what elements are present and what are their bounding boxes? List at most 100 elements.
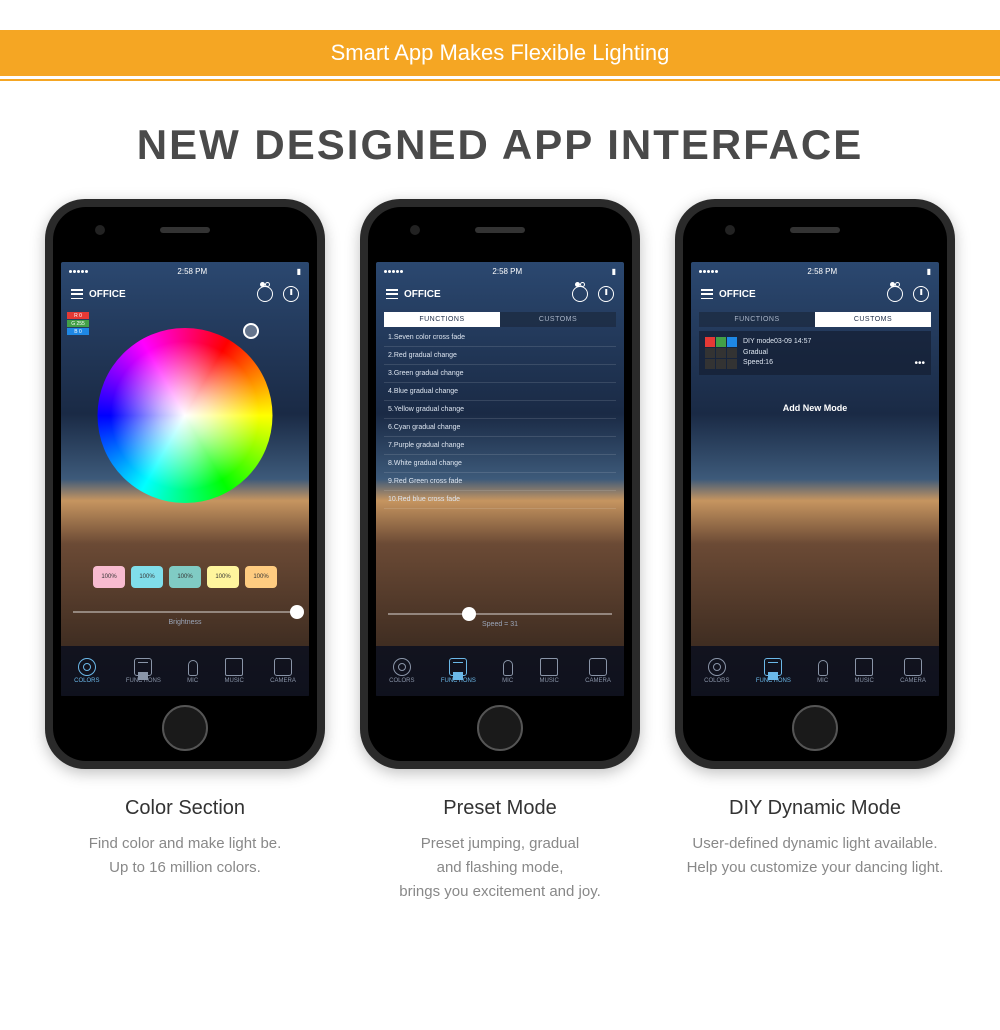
status-time: 2:58 PM <box>807 267 837 276</box>
add-new-mode-button[interactable]: Add New Mode <box>691 403 939 413</box>
nav-functions[interactable]: FUNCTIONS <box>126 658 161 684</box>
nav-functions[interactable]: FUNCTIONS <box>441 658 476 684</box>
color-wheel[interactable] <box>98 328 273 503</box>
nav-mic[interactable]: MIC <box>502 658 513 684</box>
captions-row: Color Section Find color and make light … <box>0 769 1000 904</box>
chip[interactable]: 100% <box>169 566 201 588</box>
menu-icon[interactable] <box>701 289 713 299</box>
main-title: NEW DESIGNED APP INTERFACE <box>0 121 1000 169</box>
speed-label: Speed = 31 <box>388 621 612 628</box>
g-value: G 255 <box>67 320 89 327</box>
preset-item[interactable]: 8.White gradual change <box>384 455 616 473</box>
nav-music[interactable]: MUSIC <box>224 658 243 684</box>
preset-item[interactable]: 3.Green gradual change <box>384 365 616 383</box>
nav-colors[interactable]: COLORS <box>704 658 729 684</box>
chip[interactable]: 100% <box>131 566 163 588</box>
alarm-icon[interactable] <box>257 286 273 302</box>
nav-music[interactable]: MUSIC <box>539 658 558 684</box>
preset-item[interactable]: 5.Yellow gradual change <box>384 401 616 419</box>
room-title: OFFICE <box>404 289 441 300</box>
caption-desc: Find color and make light be.Up to 16 mi… <box>45 832 325 880</box>
tab-functions[interactable]: FUNCTIONS <box>699 312 815 327</box>
phone-color-section: 2:58 PM ▮ OFFICE R 0 G 2 <box>45 199 325 769</box>
preset-item[interactable]: 4.Blue gradual change <box>384 383 616 401</box>
banner: Smart App Makes Flexible Lighting <box>0 30 1000 76</box>
menu-icon[interactable] <box>71 289 83 299</box>
camera-icon <box>274 658 292 676</box>
nav-functions[interactable]: FUNCTIONS <box>756 658 791 684</box>
tab-functions[interactable]: FUNCTIONS <box>384 312 500 327</box>
app-bar: OFFICE <box>376 280 624 308</box>
nav-mic[interactable]: MIC <box>817 658 828 684</box>
preset-item[interactable]: 7.Purple gradual change <box>384 437 616 455</box>
preset-item[interactable]: 2.Red gradual change <box>384 347 616 365</box>
phones-row: 2:58 PM ▮ OFFICE R 0 G 2 <box>0 199 1000 769</box>
room-title: OFFICE <box>89 289 126 300</box>
music-icon <box>225 658 243 676</box>
status-bar: 2:58 PM ▮ <box>61 262 309 280</box>
diy-info: DIY mode03-09 14:57 Gradual Speed:16 <box>743 337 908 369</box>
preset-item[interactable]: 6.Cyan gradual change <box>384 419 616 437</box>
caption-color-section: Color Section Find color and make light … <box>45 797 325 904</box>
brightness-slider[interactable]: Brightness <box>73 611 297 626</box>
screen-customs: 2:58 PM ▮ OFFICE FUNCTIONS <box>691 262 939 696</box>
nav-camera[interactable]: CAMERA <box>900 658 926 684</box>
colors-icon <box>708 658 726 676</box>
nav-camera[interactable]: CAMERA <box>585 658 611 684</box>
rgb-readout: R 0 G 255 B 0 <box>67 312 89 335</box>
alarm-icon[interactable] <box>887 286 903 302</box>
room-title: OFFICE <box>719 289 756 300</box>
functions-icon <box>764 658 782 676</box>
chip[interactable]: 100% <box>93 566 125 588</box>
tab-customs[interactable]: CUSTOMS <box>815 312 931 327</box>
alarm-icon[interactable] <box>572 286 588 302</box>
app-bar: OFFICE <box>61 280 309 308</box>
slider-thumb[interactable] <box>462 607 476 621</box>
preset-item[interactable]: 10.Red blue cross fade <box>384 491 616 509</box>
mic-icon <box>818 660 828 676</box>
preset-item[interactable]: 1.Seven color cross fade <box>384 329 616 347</box>
music-icon <box>855 658 873 676</box>
status-bar: 2:58 PM ▮ <box>376 262 624 280</box>
phone-speaker <box>790 227 840 233</box>
phone-camera <box>410 225 420 235</box>
segment-control: FUNCTIONS CUSTOMS <box>384 312 616 327</box>
slider-thumb[interactable] <box>290 605 304 619</box>
preset-item[interactable]: 9.Red Green cross fade <box>384 473 616 491</box>
nav-music[interactable]: MUSIC <box>854 658 873 684</box>
nav-colors[interactable]: COLORS <box>74 658 99 684</box>
home-button[interactable] <box>792 705 838 751</box>
bottom-nav: COLORS FUNCTIONS MIC MUSIC CAMERA <box>376 646 624 696</box>
camera-icon <box>589 658 607 676</box>
mic-icon <box>503 660 513 676</box>
preset-color-chips: 100% 100% 100% 100% 100% <box>61 566 309 588</box>
power-icon[interactable] <box>283 286 299 302</box>
nav-colors[interactable]: COLORS <box>389 658 414 684</box>
power-icon[interactable] <box>598 286 614 302</box>
phone-camera <box>725 225 735 235</box>
screen-colors: 2:58 PM ▮ OFFICE R 0 G 2 <box>61 262 309 696</box>
home-button[interactable] <box>162 705 208 751</box>
caption-diy-mode: DIY Dynamic Mode User-defined dynamic li… <box>675 797 955 904</box>
more-icon[interactable]: ••• <box>914 358 925 369</box>
color-wheel-handle[interactable] <box>243 323 259 339</box>
phone-diy-mode: 2:58 PM ▮ OFFICE FUNCTIONS <box>675 199 955 769</box>
diy-swatches <box>705 337 737 369</box>
banner-underline <box>0 79 1000 81</box>
bottom-nav: COLORS FUNCTIONS MIC MUSIC CAMERA <box>691 646 939 696</box>
tab-customs[interactable]: CUSTOMS <box>500 312 616 327</box>
speed-slider[interactable]: Speed = 31 <box>388 613 612 628</box>
chip[interactable]: 100% <box>207 566 239 588</box>
nav-camera[interactable]: CAMERA <box>270 658 296 684</box>
home-button[interactable] <box>477 705 523 751</box>
bottom-nav: COLORS FUNCTIONS MIC MUSIC CAMERA <box>61 646 309 696</box>
status-time: 2:58 PM <box>492 267 522 276</box>
chip[interactable]: 100% <box>245 566 277 588</box>
caption-title: Preset Mode <box>360 797 640 820</box>
menu-icon[interactable] <box>386 289 398 299</box>
nav-mic[interactable]: MIC <box>187 658 198 684</box>
r-value: R 0 <box>67 312 89 319</box>
diy-mode-card[interactable]: DIY mode03-09 14:57 Gradual Speed:16 ••• <box>699 331 931 375</box>
power-icon[interactable] <box>913 286 929 302</box>
app-bar: OFFICE <box>691 280 939 308</box>
